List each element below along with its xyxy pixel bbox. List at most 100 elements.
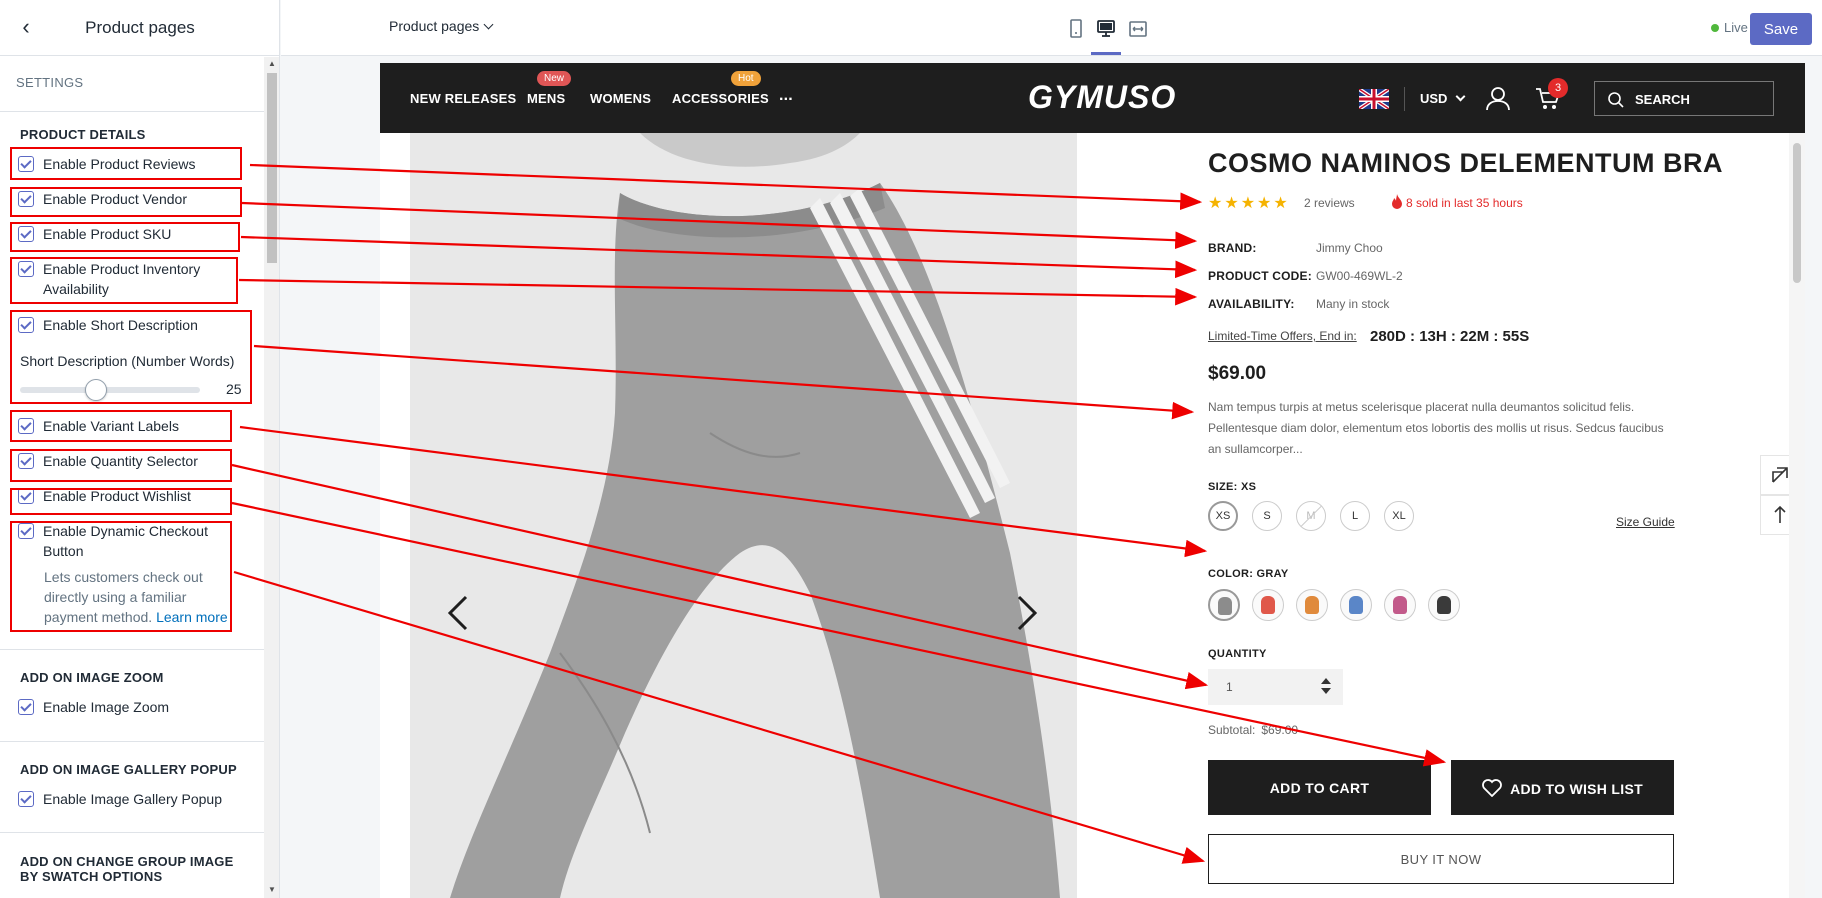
scrollbar-thumb[interactable] [1793, 143, 1801, 283]
option-dynamic-checkout[interactable]: Enable Dynamic Checkout Button [18, 521, 223, 561]
preview-scrollbar[interactable] [1789, 133, 1805, 898]
option-inventory-availability[interactable]: Enable Product Inventory Availability [18, 259, 223, 299]
option-product-reviews[interactable]: Enable Product Reviews [18, 154, 233, 174]
option-product-wishlist[interactable]: Enable Product Wishlist [18, 486, 233, 506]
scroll-down-icon[interactable]: ▼ [268, 885, 276, 894]
slider-thumb[interactable] [84, 379, 107, 401]
option-product-sku[interactable]: Enable Product SKU [18, 224, 233, 244]
checkbox-checked-icon[interactable] [18, 317, 34, 333]
nav-mens[interactable]: MENS [527, 91, 565, 106]
option-quantity-selector[interactable]: Enable Quantity Selector [18, 451, 233, 471]
checkbox-checked-icon[interactable] [18, 261, 34, 277]
image-zoom-heading: ADD ON IMAGE ZOOM [20, 670, 164, 685]
currency-selector[interactable]: USD [1420, 91, 1466, 106]
product-code-value: GW00-469WL-2 [1316, 269, 1403, 283]
limited-offer-label: Limited-Time Offers, End in: [1208, 329, 1357, 343]
checkbox-checked-icon[interactable] [18, 418, 34, 434]
checkbox-checked-icon[interactable] [18, 791, 34, 807]
sidebar-scrollbar[interactable]: ▲ ▼ [264, 57, 279, 898]
nav-womens[interactable]: WOMENS [590, 91, 651, 106]
short-description-words-slider[interactable] [20, 387, 200, 393]
option-short-description[interactable]: Enable Short Description [18, 315, 233, 335]
hot-badge: Hot [731, 71, 761, 86]
swatch-image [1437, 596, 1451, 614]
chevron-down-icon [1456, 91, 1466, 102]
size-option-l[interactable]: L [1340, 501, 1370, 531]
availability-value: Many in stock [1316, 297, 1390, 311]
color-swatch[interactable] [1296, 589, 1328, 621]
active-view-indicator [1091, 52, 1121, 55]
option-image-gallery-popup[interactable]: Enable Image Gallery Popup [18, 789, 233, 809]
color-swatch[interactable] [1384, 589, 1416, 621]
size-option-s[interactable]: S [1252, 501, 1282, 531]
theme-editor-sidebar: ‹ Product pages SETTINGS PRODUCT DETAILS… [0, 0, 280, 898]
scrollbar-thumb[interactable] [267, 73, 277, 263]
product-image-gallery[interactable] [410, 133, 1077, 898]
product-image-leggings [410, 133, 1077, 898]
brand-label: BRAND: [1208, 241, 1257, 255]
settings-label: SETTINGS [16, 75, 84, 90]
store-logo[interactable]: GYMUSO [1028, 79, 1176, 116]
buy-it-now-button[interactable]: BUY IT NOW [1208, 834, 1674, 884]
swatch-image [1218, 597, 1232, 615]
fire-icon [1392, 194, 1402, 209]
review-count[interactable]: 2 reviews [1304, 196, 1355, 210]
decrement-icon[interactable] [1321, 688, 1331, 694]
user-account-icon[interactable] [1485, 85, 1511, 111]
size-option-m[interactable]: M [1296, 501, 1326, 531]
checkbox-checked-icon[interactable] [18, 488, 34, 504]
quantity-label: QUANTITY [1208, 648, 1267, 660]
product-code-label: PRODUCT CODE: [1208, 269, 1312, 283]
editor-topbar: Product pages Live Save [281, 0, 1822, 56]
sidebar-scroll-area[interactable]: SETTINGS PRODUCT DETAILS Enable Product … [0, 57, 264, 898]
checkbox-checked-icon[interactable] [18, 226, 34, 242]
checkbox-checked-icon[interactable] [18, 191, 34, 207]
checkbox-checked-icon[interactable] [18, 523, 34, 539]
option-variant-labels[interactable]: Enable Variant Labels [18, 416, 233, 436]
color-swatch[interactable] [1428, 589, 1460, 621]
scroll-up-icon[interactable]: ▲ [268, 59, 276, 68]
swatch-image [1305, 596, 1319, 614]
product-title: COSMO NAMINOS DELEMENTUM BRA [1208, 148, 1723, 178]
color-swatch[interactable] [1208, 589, 1240, 621]
increment-icon[interactable] [1321, 678, 1331, 684]
brand-value[interactable]: Jimmy Choo [1316, 241, 1383, 255]
chevron-down-icon [483, 19, 494, 30]
add-to-cart-button[interactable]: ADD TO CART [1208, 760, 1431, 815]
availability-label: AVAILABILITY: [1208, 297, 1295, 311]
color-swatch[interactable] [1340, 589, 1372, 621]
size-guide-link[interactable]: Size Guide [1616, 515, 1675, 529]
gallery-popup-heading: ADD ON IMAGE GALLERY POPUP [20, 762, 237, 777]
option-product-vendor[interactable]: Enable Product Vendor [18, 189, 233, 209]
add-to-wishlist-button[interactable]: ADD TO WISH LIST [1451, 760, 1674, 815]
gallery-next-arrow-icon[interactable] [1013, 593, 1041, 633]
store-search-input[interactable]: SEARCH [1594, 81, 1774, 116]
heart-icon [1482, 778, 1502, 797]
divider [0, 741, 264, 742]
swatch-image [1349, 596, 1363, 614]
quantity-stepper[interactable]: 1 [1208, 669, 1343, 705]
size-option-xl[interactable]: XL [1384, 501, 1414, 531]
color-swatch[interactable] [1252, 589, 1284, 621]
mobile-view-icon[interactable] [1065, 18, 1087, 40]
option-image-zoom[interactable]: Enable Image Zoom [18, 697, 233, 717]
rating-stars[interactable]: ★★★★★ [1208, 193, 1290, 213]
short-description-words-label: Short Description (Number Words) [20, 353, 235, 369]
full-width-view-icon[interactable] [1127, 18, 1149, 40]
gallery-prev-arrow-icon[interactable] [444, 593, 472, 633]
uk-flag-icon[interactable] [1359, 89, 1389, 109]
nav-accessories[interactable]: ACCESSORIES [672, 91, 769, 106]
sidebar-header: ‹ Product pages [0, 0, 279, 56]
save-button[interactable]: Save [1750, 13, 1812, 45]
checkbox-checked-icon[interactable] [18, 453, 34, 469]
learn-more-link[interactable]: Learn more [156, 609, 228, 625]
divider [0, 832, 264, 833]
checkbox-checked-icon[interactable] [18, 156, 34, 172]
size-option-xs[interactable]: XS [1208, 501, 1238, 531]
checkbox-checked-icon[interactable] [18, 699, 34, 715]
divider [1404, 87, 1405, 111]
nav-more[interactable]: ... [779, 87, 793, 105]
desktop-view-icon[interactable] [1095, 18, 1117, 40]
page-select-dropdown[interactable]: Product pages [389, 18, 494, 34]
nav-new-releases[interactable]: NEW RELEASES [410, 91, 516, 106]
